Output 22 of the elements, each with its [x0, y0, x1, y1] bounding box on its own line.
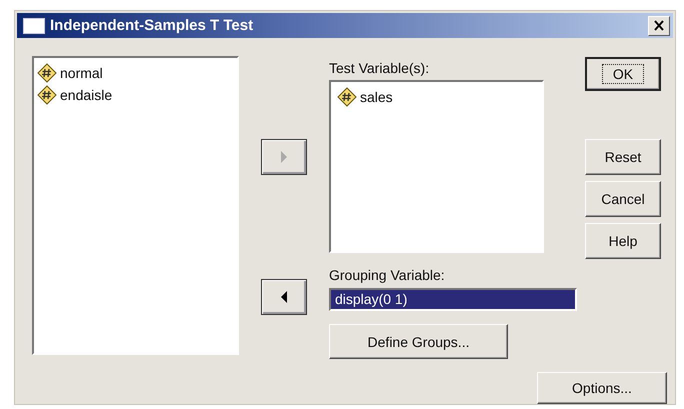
variable-name[interactable]: endaisle: [60, 87, 112, 103]
numeric-variable-icon: [37, 85, 57, 105]
left-triangle-icon: [280, 291, 288, 303]
variable-name[interactable]: normal: [60, 65, 103, 81]
numeric-variable-icon: [37, 63, 57, 83]
options-button[interactable]: Options...: [537, 372, 667, 404]
dialog-button[interactable]: Help: [585, 223, 661, 259]
move-button[interactable]: [261, 279, 307, 315]
window-title: Independent-Samples T Test: [50, 17, 254, 34]
close-icon: [653, 20, 665, 31]
dialog-button[interactable]: OK: [585, 57, 661, 91]
numeric-variable-icon: [337, 87, 357, 107]
grouping-variable-label: Grouping Variable:: [329, 267, 445, 285]
grouping-variable-field[interactable]: display(0 1): [329, 288, 577, 311]
variable-name[interactable]: sales: [360, 89, 393, 105]
test-variables-label: Test Variable(s):: [329, 60, 430, 78]
define-groups-button[interactable]: Define Groups...: [329, 324, 508, 359]
close-button[interactable]: [648, 16, 670, 36]
right-triangle-icon: [280, 151, 288, 163]
dialog-button[interactable]: Reset: [585, 139, 661, 175]
window-icon: [23, 18, 45, 34]
dialog-button[interactable]: Cancel: [585, 181, 661, 217]
